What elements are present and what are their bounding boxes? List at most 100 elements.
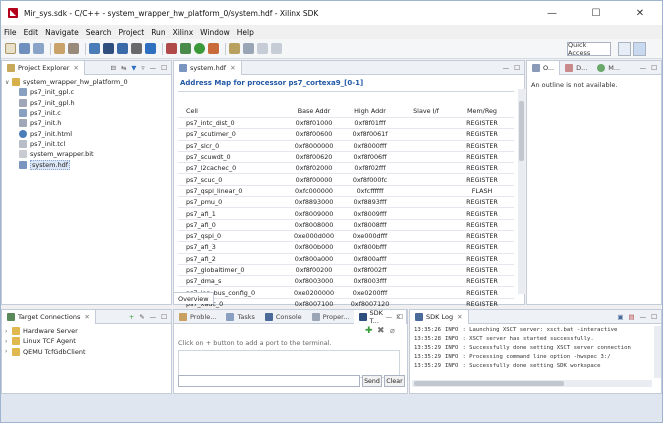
tab-console[interactable]: Console	[260, 310, 307, 324]
tree-file[interactable]: ps7_init.html	[5, 128, 171, 138]
pen-icon[interactable]	[229, 43, 240, 54]
log-hscrollbar-thumb[interactable]	[414, 381, 564, 386]
external-tools-icon[interactable]	[208, 43, 219, 54]
menu-search[interactable]: Search	[86, 28, 112, 37]
minimize-view-icon[interactable]: —	[640, 64, 647, 72]
table-row[interactable]: ps7_qspi_0 0xe000d000 0xe000dfff REGISTER	[178, 229, 514, 241]
add-port-icon[interactable]: ✚	[365, 326, 373, 336]
connection-item[interactable]: › Linux TCF Agent	[5, 336, 171, 346]
program-fpga-icon[interactable]	[89, 43, 100, 54]
tab-problems[interactable]: Proble...	[174, 310, 221, 324]
menu-project[interactable]: Project	[119, 28, 145, 37]
maximize-view-icon[interactable]: ☐	[514, 64, 520, 72]
table-row[interactable]: ps7_scuwdt_0 0xf8f00620 0xf8f006ff REGISTER	[178, 150, 514, 162]
tree-file-selected[interactable]: system.hdf	[5, 159, 171, 170]
maximize-view-icon[interactable]: ☐	[397, 313, 403, 321]
tab-sdk-log[interactable]: SDK Log ✕	[410, 309, 469, 324]
tab-outline[interactable]: O...	[527, 60, 561, 75]
menu-run[interactable]: Run	[151, 28, 165, 37]
table-row[interactable]: ps7_slcr_0 0xf8000000 0xf8000fff REGISTER	[178, 139, 514, 151]
tab-d[interactable]: D...	[560, 61, 592, 75]
table-row[interactable]: ps7_pmu_0 0xf8893000 0xf8893fff REGISTER	[178, 196, 514, 207]
menu-edit[interactable]: Edit	[24, 28, 39, 37]
tab-m[interactable]: M...	[592, 61, 625, 75]
edit-connection-icon[interactable]: ✎	[139, 313, 144, 321]
chip-icon[interactable]	[131, 43, 142, 54]
menu-file[interactable]: File	[4, 28, 17, 37]
terminal-input[interactable]	[178, 375, 360, 387]
quick-access-field[interactable]: Quick Access	[567, 41, 611, 57]
minimize-view-icon[interactable]: —	[150, 313, 157, 321]
tree-file[interactable]: ps7_init_gpl.h	[5, 98, 171, 108]
tree-project-root[interactable]: ∨ system_wrapper_hw_platform_0	[5, 77, 171, 87]
table-row[interactable]: ps7_scutimer_0 0xf8f00600 0xf8f0061f REGIST…	[178, 128, 514, 139]
send-button[interactable]: Send	[362, 375, 382, 387]
maximize-view-icon[interactable]: ☐	[651, 64, 657, 72]
back-icon[interactable]	[257, 43, 268, 54]
maximize-view-icon[interactable]: ☐	[651, 313, 657, 321]
table-row[interactable]: ps7_afi_3 0xf800b000 0xf800bfff REGISTER	[178, 241, 514, 252]
debug-icon[interactable]	[180, 43, 191, 54]
open-perspective-icon[interactable]	[618, 42, 631, 56]
chevron-down-icon[interactable]: ∨	[5, 79, 12, 86]
table-row[interactable]: ps7_intc_dist_0 0xf8f01000 0xf8f01fff REGIS…	[178, 117, 514, 128]
maximize-button[interactable]: ☐	[574, 1, 618, 25]
tree-file[interactable]: ps7_init.tcl	[5, 139, 171, 149]
close-button[interactable]: ✕	[618, 1, 662, 25]
log-hscrollbar[interactable]	[412, 380, 652, 387]
minimize-button[interactable]: —	[530, 1, 574, 25]
chevron-right-icon[interactable]: ›	[5, 328, 12, 335]
tree-file[interactable]: ps7_init.c	[5, 108, 171, 118]
table-row[interactable]: ps7_afi_2 0xf800a000 0xf800afff REGISTER	[178, 252, 514, 264]
chevron-right-icon[interactable]: ›	[5, 338, 12, 345]
next-annotation-icon[interactable]	[243, 43, 254, 54]
tab-target-connections[interactable]: Target Connections ✕	[2, 309, 96, 324]
tab-project-explorer[interactable]: Project Explorer ✕	[2, 60, 85, 75]
menu-window[interactable]: Window	[200, 28, 230, 37]
table-row[interactable]: ps7_globaltimer_0 0xf8f00200 0xf8f002ff REG…	[178, 263, 514, 275]
menu-help[interactable]: Help	[237, 28, 254, 37]
new-connection-icon[interactable]: +	[129, 313, 134, 321]
hammer-icon[interactable]	[68, 43, 79, 54]
tree-file[interactable]: ps7_init_gpl.c	[5, 87, 171, 97]
table-row[interactable]: ps7_dma_s 0xf8003000 0xf8003fff REGISTER	[178, 275, 514, 286]
save-icon[interactable]	[19, 43, 30, 54]
view-menu-icon[interactable]: ▿	[141, 64, 144, 72]
table-row[interactable]: ps7_afi_0 0xf8008000 0xf8008fff REGISTER	[178, 218, 514, 230]
log-scrollbar[interactable]	[654, 326, 661, 378]
minimize-view-icon[interactable]: —	[640, 313, 647, 321]
chevron-right-icon[interactable]: ›	[5, 348, 12, 355]
minimize-view-icon[interactable]: —	[386, 313, 393, 321]
table-row[interactable]: ps7_scuc_0 0xf8f00000 0xf8f000fc REGISTER	[178, 173, 514, 184]
tab-properties[interactable]: Proper...	[307, 310, 355, 324]
connection-item[interactable]: › QEMU TcfGdbClient	[5, 347, 171, 357]
table-row[interactable]: ps7_iop_bus_config_0 0xe0200000 0xe0200fff…	[178, 286, 514, 297]
xsct-console-icon[interactable]	[117, 43, 128, 54]
tab-tasks[interactable]: Tasks	[221, 310, 259, 324]
clear-button[interactable]: Clear	[384, 375, 405, 387]
terminal-output[interactable]	[178, 350, 400, 378]
menu-xilinx[interactable]: Xilinx	[173, 28, 194, 37]
connection-item[interactable]: › Hardware Server	[5, 326, 171, 336]
cpp-perspective-icon[interactable]	[633, 42, 646, 56]
forward-icon[interactable]	[271, 43, 282, 54]
maximize-view-icon[interactable]: ☐	[161, 313, 167, 321]
table-row[interactable]: ps7_qspi_linear_0 0xfc000000 0xfcffffff FLA…	[178, 184, 514, 196]
remove-port-icon[interactable]: ✖	[377, 326, 385, 336]
table-row[interactable]: ps7_xadc_00xf80071000xf8007120REGISTER	[178, 297, 514, 309]
minimize-view-icon[interactable]: —	[150, 64, 157, 72]
minimize-view-icon[interactable]: —	[503, 64, 510, 72]
close-icon[interactable]: ✕	[230, 64, 235, 72]
link-editor-icon[interactable]: ⇆	[121, 64, 126, 72]
clear-log-icon[interactable]: ▤	[629, 313, 635, 321]
menu-navigate[interactable]: Navigate	[45, 28, 79, 37]
terminal-icon[interactable]	[103, 43, 114, 54]
new-icon[interactable]	[5, 43, 16, 54]
tree-file[interactable]: ps7_init.h	[5, 118, 171, 128]
build-icon[interactable]	[54, 43, 65, 54]
table-row[interactable]: ps7_l2cachec_0 0xf8f02000 0xf8f02fff REGIST…	[178, 162, 514, 173]
maximize-view-icon[interactable]: ☐	[161, 64, 167, 72]
close-icon[interactable]: ✕	[84, 313, 89, 321]
collapse-all-icon[interactable]: ⊟	[111, 64, 116, 72]
clear-terminal-icon[interactable]: ⌀	[390, 326, 395, 335]
